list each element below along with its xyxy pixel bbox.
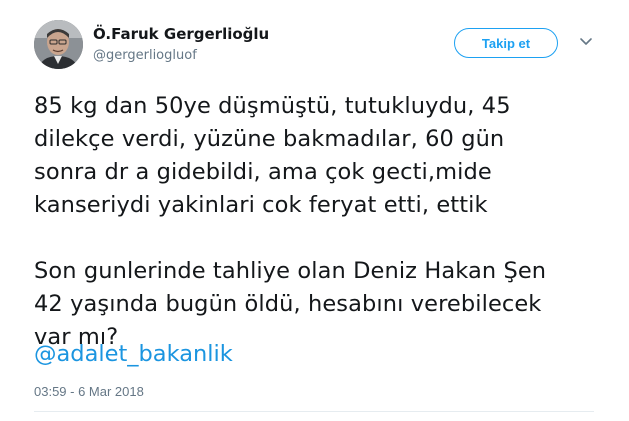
follow-button[interactable]: Takip et bbox=[454, 28, 558, 58]
tweet-card: Ö.Faruk Gergerlioğlu @gergerliogluof Tak… bbox=[0, 0, 629, 421]
user-handle[interactable]: @gergerliogluof bbox=[93, 48, 197, 63]
profile-photo bbox=[34, 20, 83, 69]
divider bbox=[34, 411, 594, 412]
user-name[interactable]: Ö.Faruk Gergerlioğlu bbox=[93, 25, 269, 43]
tweet-timestamp[interactable]: 03:59 - 6 Mar 2018 bbox=[34, 384, 144, 399]
avatar[interactable] bbox=[34, 20, 83, 69]
tweet-paragraph-1: 85 kg dan 50ye düşmüştü, tutukluydu, 45 … bbox=[34, 93, 511, 218]
tweet-paragraph-2: Son gunlerinde tahliye olan Deniz Hakan … bbox=[34, 258, 547, 350]
tweet-text: 85 kg dan 50ye düşmüştü, tutukluydu, 45 … bbox=[34, 90, 594, 354]
chevron-down-icon[interactable] bbox=[579, 37, 593, 47]
mention-link[interactable]: @adalet_bakanlik bbox=[34, 338, 233, 371]
